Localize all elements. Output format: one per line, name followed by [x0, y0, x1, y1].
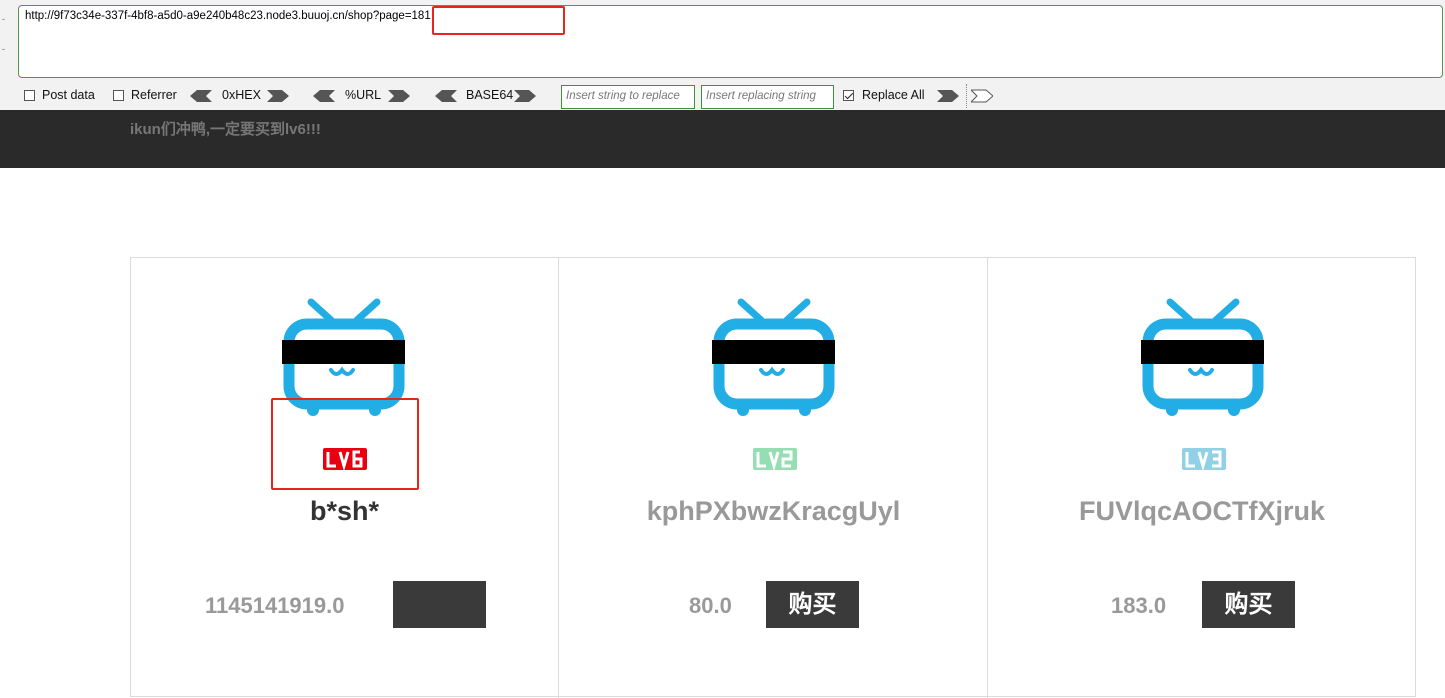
censor-bar	[712, 340, 835, 364]
product-price: 80.0	[689, 593, 732, 618]
product-name: FUVlqcAOCTfXjruk	[1078, 496, 1326, 526]
site-header: ikun们冲鸭,一定要买到lv6!!!	[0, 110, 1445, 168]
replace-all-checkbox[interactable]	[843, 90, 854, 101]
hex-encode-arrow-left-icon[interactable]	[190, 89, 212, 103]
url-textarea[interactable]: http://9f73c34e-337f-4bf8-a5d0-a9e240b48…	[18, 5, 1443, 78]
base64-label: BASE64	[466, 88, 514, 102]
site-slogan: ikun们冲鸭,一定要买到lv6!!!	[130, 121, 321, 138]
url-encode-label: %URL	[345, 88, 382, 102]
hackbar-side-menu[interactable]: --	[0, 0, 16, 82]
buy-button[interactable]	[393, 581, 486, 628]
url-text[interactable]: http://9f73c34e-337f-4bf8-a5d0-a9e240b48…	[25, 10, 431, 22]
product-card: FUVlqcAOCTfXjruk 183.0 购买	[987, 258, 1416, 698]
hackbar-toolbar: Post data Referrer 0xHEX %URL BASE64 Ins…	[0, 84, 1445, 109]
product-card: b*sh* 1145141919.0	[131, 258, 558, 698]
base64-decode-arrow-right-icon[interactable]	[514, 89, 536, 103]
referrer-checkbox[interactable]	[113, 90, 124, 101]
insert-string-to-replace-field[interactable]: Insert string to replace	[561, 85, 695, 109]
buy-button[interactable]: 购买	[766, 581, 859, 628]
level-badge-lv3-icon	[1182, 448, 1226, 470]
product-grid: b*sh* 1145141919.0 kphPXbwzKracgUyl 80.0…	[130, 257, 1416, 698]
level-badge-lv2-icon	[753, 448, 797, 470]
post-data-checkbox[interactable]	[24, 90, 35, 101]
hex-label: 0xHEX	[222, 88, 261, 102]
buy-button[interactable]: 购买	[1202, 581, 1295, 628]
replace-all-arrow-right-icon[interactable]	[937, 89, 959, 103]
product-name: b*sh*	[309, 496, 380, 526]
censor-bar	[1141, 340, 1264, 364]
referrer-label[interactable]: Referrer	[131, 88, 177, 102]
level-annotation-box	[271, 398, 419, 490]
replace-all-label[interactable]: Replace All	[862, 88, 925, 102]
product-price: 1145141919.0	[205, 593, 345, 618]
censor-bar	[282, 340, 405, 364]
level-badge-lv6-icon	[323, 448, 367, 470]
url-decode-arrow-right-icon[interactable]	[388, 89, 410, 103]
product-card: kphPXbwzKracgUyl 80.0 购买	[558, 258, 988, 698]
product-price: 183.0	[1111, 593, 1167, 618]
product-name: kphPXbwzKracgUyl	[646, 496, 901, 526]
url-annotation-box	[432, 6, 565, 35]
base64-encode-arrow-left-icon[interactable]	[435, 89, 457, 103]
insert-replacing-string-field[interactable]: Insert replacing string	[701, 85, 834, 109]
url-encode-arrow-left-icon[interactable]	[313, 89, 335, 103]
post-data-label[interactable]: Post data	[42, 88, 95, 102]
toolbar-separator	[966, 84, 967, 108]
hackbar: -- http://9f73c34e-337f-4bf8-a5d0-a9e240…	[0, 0, 1445, 110]
more-arrow-right-icon[interactable]	[971, 89, 993, 103]
hex-decode-arrow-right-icon[interactable]	[267, 89, 289, 103]
